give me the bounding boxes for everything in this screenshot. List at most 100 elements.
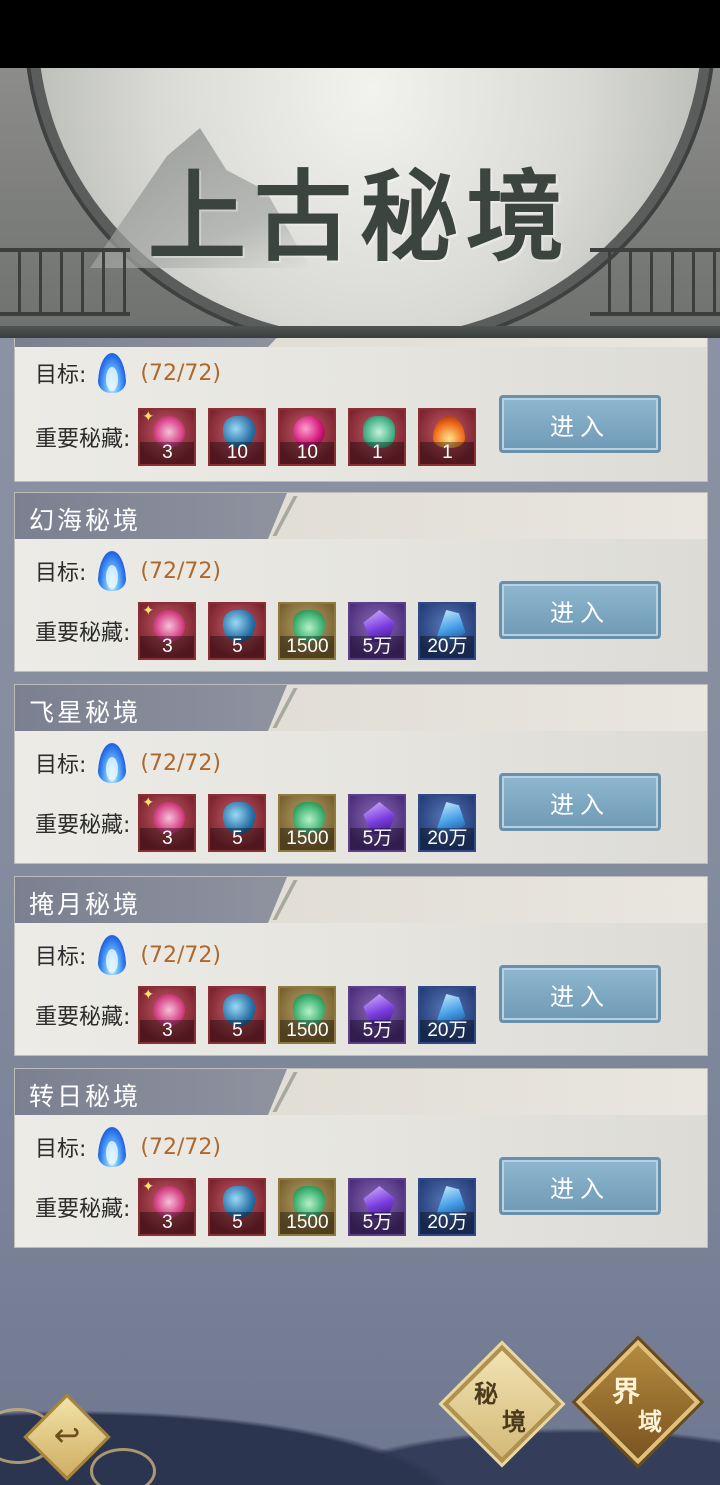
star-icon: ✦ [142, 409, 155, 425]
loot-items: ✦ 3 5 1500 5万 20万 [138, 1178, 488, 1236]
enter-button[interactable]: 进入 [499, 581, 661, 639]
loot-item[interactable]: 1500 [278, 602, 337, 660]
loot-item[interactable]: 5 [208, 602, 267, 660]
header-edge [0, 326, 720, 338]
loot-item[interactable]: 5万 [348, 794, 407, 852]
enter-button[interactable]: 进入 [499, 773, 661, 831]
enter-button[interactable]: 进入 [499, 1157, 661, 1215]
loot-item[interactable]: 5万 [348, 1178, 407, 1236]
realm-card: 掩月秘境 目标: (72/72) 重要秘藏: ✦ 3 5 1500 5万 20万 … [14, 876, 708, 1056]
blue-flame-icon [94, 351, 130, 395]
loot-label: 重要秘藏: [35, 621, 131, 646]
goal-row: 目标: (72/72) [35, 743, 221, 783]
realm-name-tab [15, 338, 287, 347]
secret-realm-nav-button[interactable]: 秘 境 [442, 1344, 562, 1464]
goal-row: 目标: (72/72) [35, 551, 221, 591]
loot-item[interactable]: ✦ 3 [138, 986, 197, 1044]
page-title: 上古秘境 [147, 160, 572, 275]
header-banner: 上古秘境 [0, 68, 720, 338]
loot-item[interactable]: 1500 [278, 986, 337, 1044]
loot-label: 重要秘藏: [35, 1197, 131, 1222]
realm-name: 掩月秘境 [29, 890, 142, 919]
realm-name: 幻海秘境 [29, 506, 142, 535]
realm-card-header [15, 338, 707, 347]
star-icon: ✦ [142, 1179, 155, 1195]
loot-item[interactable]: 1500 [278, 794, 337, 852]
goal-progress: (72/72) [140, 1134, 221, 1160]
loot-label: 重要秘藏: [35, 813, 131, 838]
blue-flame-icon [94, 741, 130, 785]
loot-item[interactable]: 10 [278, 408, 337, 466]
realm-card-header: 转日秘境 [15, 1069, 707, 1115]
goal-row: 目标: (72/72) [35, 353, 221, 393]
loot-item[interactable]: ✦ 3 [138, 602, 197, 660]
loot-row: 重要秘藏: ✦ 3 5 1500 5万 20万 [35, 985, 488, 1045]
loot-row: 重要秘藏: ✦ 3 5 1500 5万 20万 [35, 601, 488, 661]
loot-item[interactable]: 5 [208, 986, 267, 1044]
realm-card-header: 幻海秘境 [15, 493, 707, 539]
realm-name: 飞星秘境 [29, 698, 142, 727]
loot-items: ✦ 3 5 1500 5万 20万 [138, 794, 488, 852]
realm-domain-nav-button[interactable]: 界 域 [575, 1339, 701, 1465]
loot-item[interactable]: 5万 [348, 986, 407, 1044]
goal-progress: (72/72) [140, 942, 221, 968]
goal-progress: (72/72) [140, 360, 221, 386]
loot-item[interactable]: 10 [208, 408, 267, 466]
loot-item[interactable]: ✦ 3 [138, 1178, 197, 1236]
secret-realm-screen: 上古秘境 目标: (72/72) 重要秘藏: ✦ 3 10 10 1 1 进入 … [0, 68, 720, 1485]
loot-items: ✦ 3 5 1500 5万 20万 [138, 602, 488, 660]
loot-item[interactable]: ✦ 3 [138, 794, 197, 852]
loot-row: 重要秘藏: ✦ 3 10 10 1 1 [35, 407, 488, 467]
realm-card: 转日秘境 目标: (72/72) 重要秘藏: ✦ 3 5 1500 5万 20万 … [14, 1068, 708, 1248]
realm-card: 飞星秘境 目标: (72/72) 重要秘藏: ✦ 3 5 1500 5万 20万 … [14, 684, 708, 864]
loot-item[interactable]: 5万 [348, 602, 407, 660]
star-icon: ✦ [142, 603, 155, 619]
loot-items: ✦ 3 10 10 1 1 [138, 408, 488, 466]
loot-item[interactable]: 5 [208, 794, 267, 852]
loot-item[interactable]: 5 [208, 1178, 267, 1236]
realm-list[interactable]: 目标: (72/72) 重要秘藏: ✦ 3 10 10 1 1 进入 幻海秘境 … [0, 338, 720, 1258]
nav-label-char: 秘 [474, 1379, 498, 1408]
goal-row: 目标: (72/72) [35, 1127, 221, 1167]
nav-label-char: 界 [612, 1375, 641, 1408]
loot-item[interactable]: 20万 [418, 794, 477, 852]
goal-label: 目标: [35, 1137, 87, 1162]
goal-label: 目标: [35, 945, 87, 970]
goal-progress: (72/72) [140, 558, 221, 584]
realm-name: 转日秘境 [29, 1082, 142, 1111]
realm-card-header: 飞星秘境 [15, 685, 707, 731]
goal-progress: (72/72) [140, 750, 221, 776]
loot-item[interactable]: 20万 [418, 602, 477, 660]
goal-label: 目标: [35, 363, 87, 388]
wave-decoration [90, 1448, 156, 1485]
blue-flame-icon [94, 1125, 130, 1169]
nav-label-char: 境 [502, 1407, 526, 1436]
star-icon: ✦ [142, 987, 155, 1003]
loot-label: 重要秘藏: [35, 1005, 131, 1030]
loot-label: 重要秘藏: [35, 427, 131, 452]
enter-button[interactable]: 进入 [499, 965, 661, 1023]
realm-card: 幻海秘境 目标: (72/72) 重要秘藏: ✦ 3 5 1500 5万 20万 … [14, 492, 708, 672]
loot-items: ✦ 3 5 1500 5万 20万 [138, 986, 488, 1044]
back-button[interactable]: ↩ [23, 1393, 111, 1481]
goal-label: 目标: [35, 561, 87, 586]
goal-row: 目标: (72/72) [35, 935, 221, 975]
loot-item[interactable]: 1500 [278, 1178, 337, 1236]
goal-label: 目标: [35, 753, 87, 778]
nav-label-char: 域 [638, 1407, 662, 1436]
loot-item[interactable]: 20万 [418, 1178, 477, 1236]
blue-flame-icon [94, 933, 130, 977]
loot-item[interactable]: 20万 [418, 986, 477, 1044]
star-icon: ✦ [142, 795, 155, 811]
loot-item[interactable]: ✦ 3 [138, 408, 197, 466]
blue-flame-icon [94, 549, 130, 593]
realm-card: 目标: (72/72) 重要秘藏: ✦ 3 10 10 1 1 进入 [14, 338, 708, 482]
status-bar [0, 0, 720, 68]
back-arrow-icon: ↩ [53, 1416, 81, 1454]
loot-row: 重要秘藏: ✦ 3 5 1500 5万 20万 [35, 1177, 488, 1237]
realm-card-header: 掩月秘境 [15, 877, 707, 923]
loot-row: 重要秘藏: ✦ 3 5 1500 5万 20万 [35, 793, 488, 853]
enter-button[interactable]: 进入 [499, 395, 661, 453]
loot-item[interactable]: 1 [418, 408, 477, 466]
loot-item[interactable]: 1 [348, 408, 407, 466]
